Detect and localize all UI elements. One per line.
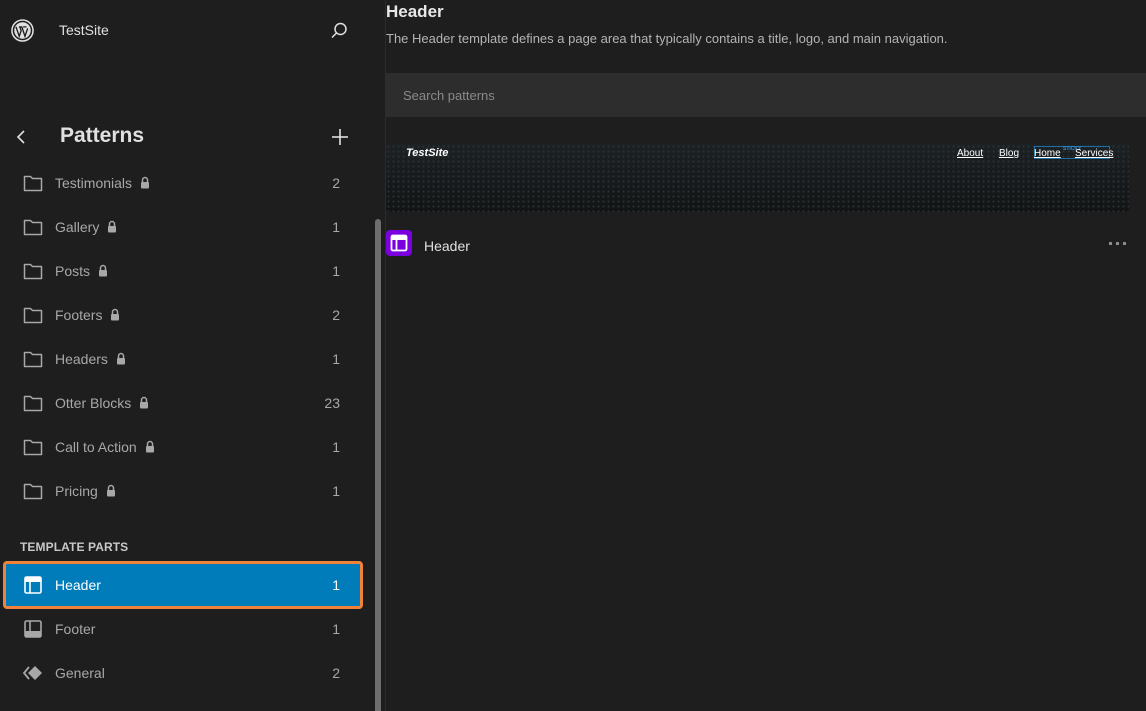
category-item[interactable]: Testimonials 2	[5, 161, 361, 205]
template-parts-heading: TEMPLATE PARTS	[20, 540, 129, 554]
search-icon[interactable]	[328, 20, 350, 42]
item-label: Footers	[55, 307, 120, 323]
pattern-list-item[interactable]: Header	[386, 230, 1146, 260]
item-count: 1	[332, 621, 340, 637]
category-item[interactable]: Posts 1	[5, 249, 361, 293]
symbol-icon	[22, 666, 42, 680]
item-label-text: Testimonials	[55, 175, 133, 191]
folder-icon	[23, 175, 43, 192]
folder-icon	[23, 307, 43, 324]
category-item[interactable]: Pricing 1	[5, 469, 361, 513]
folder-icon	[23, 263, 43, 280]
more-horizontal-icon[interactable]	[1105, 232, 1129, 254]
preview-nav-link: About	[957, 148, 984, 159]
template-part-item-footer[interactable]: Footer 1	[5, 607, 361, 651]
header-icon	[386, 230, 412, 256]
category-item[interactable]: Headers 1	[5, 337, 361, 381]
item-label-text: Otter Blocks	[55, 395, 132, 411]
item-label: Otter Blocks	[55, 395, 149, 411]
item-label: Footer	[55, 621, 96, 637]
item-label: Headers	[55, 351, 126, 367]
item-label-text: Footers	[55, 307, 103, 323]
item-label-text: Call to Action	[55, 439, 137, 455]
site-name[interactable]: TestSite	[59, 22, 109, 38]
preview-site-title: TestSite	[406, 147, 449, 159]
item-count: 1	[332, 483, 340, 499]
folder-icon	[23, 219, 43, 236]
lock-icon	[140, 396, 149, 409]
folder-icon	[23, 351, 43, 368]
folder-icon	[23, 483, 43, 500]
navigator-header: Patterns	[0, 118, 385, 158]
footer-icon	[24, 620, 42, 638]
category-item[interactable]: Call to Action 1	[5, 425, 361, 469]
lock-icon	[99, 264, 108, 277]
lock-icon	[111, 308, 120, 321]
category-item[interactable]: Gallery 1	[5, 205, 361, 249]
category-item[interactable]: Footers 2	[5, 293, 361, 337]
item-count: 23	[324, 395, 340, 411]
wordpress-logo-icon[interactable]	[11, 19, 34, 42]
item-label: Testimonials	[55, 175, 150, 191]
item-label: General	[55, 665, 105, 681]
item-label: Pricing	[55, 483, 116, 499]
header-icon	[24, 576, 42, 594]
folder-icon	[23, 439, 43, 456]
lock-icon	[145, 440, 154, 453]
item-count: 2	[332, 665, 340, 681]
sidebar-scrollbar[interactable]	[375, 219, 381, 711]
pattern-preview[interactable]: TestSite About Blog Home STICKY Services	[386, 144, 1129, 212]
item-label: Header	[55, 577, 101, 593]
item-count: 2	[332, 175, 340, 191]
lock-icon	[141, 176, 150, 189]
chevron-left-icon[interactable]	[14, 126, 30, 148]
sidebar: TestSite Patterns Testimonials 2 Gallery 1 P…	[0, 0, 385, 711]
main-content: Header The Header template defines a pag…	[386, 0, 1146, 711]
preview-nav-link: Services	[1075, 148, 1114, 159]
search-placeholder: Search patterns	[403, 88, 495, 103]
category-description: The Header template defines a page area …	[386, 31, 948, 46]
item-count: 1	[332, 351, 340, 367]
folder-icon	[23, 395, 43, 412]
plus-icon[interactable]	[329, 126, 351, 148]
template-part-item-header[interactable]: Header 1	[3, 561, 363, 609]
item-count: 1	[332, 577, 340, 593]
item-label-text: Pricing	[55, 483, 98, 499]
preview-nav-link: Home	[1034, 148, 1061, 159]
item-label-text: Headers	[55, 351, 108, 367]
item-label: Posts	[55, 263, 108, 279]
category-title: Header	[386, 2, 444, 21]
item-count: 1	[332, 219, 340, 235]
item-label: Gallery	[55, 219, 117, 235]
item-count: 2	[332, 307, 340, 323]
item-label-text: Gallery	[55, 219, 100, 235]
item-count: 1	[332, 263, 340, 279]
lock-icon	[108, 220, 117, 233]
item-label-text: Posts	[55, 263, 91, 279]
item-label: Call to Action	[55, 439, 155, 455]
item-count: 1	[332, 439, 340, 455]
template-part-item-general[interactable]: General 2	[5, 651, 361, 695]
pattern-name: Header	[424, 238, 470, 254]
category-item[interactable]: Otter Blocks 23	[5, 381, 361, 425]
lock-icon	[106, 484, 115, 497]
lock-icon	[116, 352, 125, 365]
sidebar-header: TestSite	[0, 0, 385, 62]
preview-nav-link: Blog	[999, 148, 1020, 159]
search-patterns-input[interactable]: Search patterns	[386, 73, 1146, 117]
site-editor: TestSite Patterns Testimonials 2 Gallery 1 P…	[0, 0, 1146, 711]
page-title: Patterns	[60, 124, 145, 147]
